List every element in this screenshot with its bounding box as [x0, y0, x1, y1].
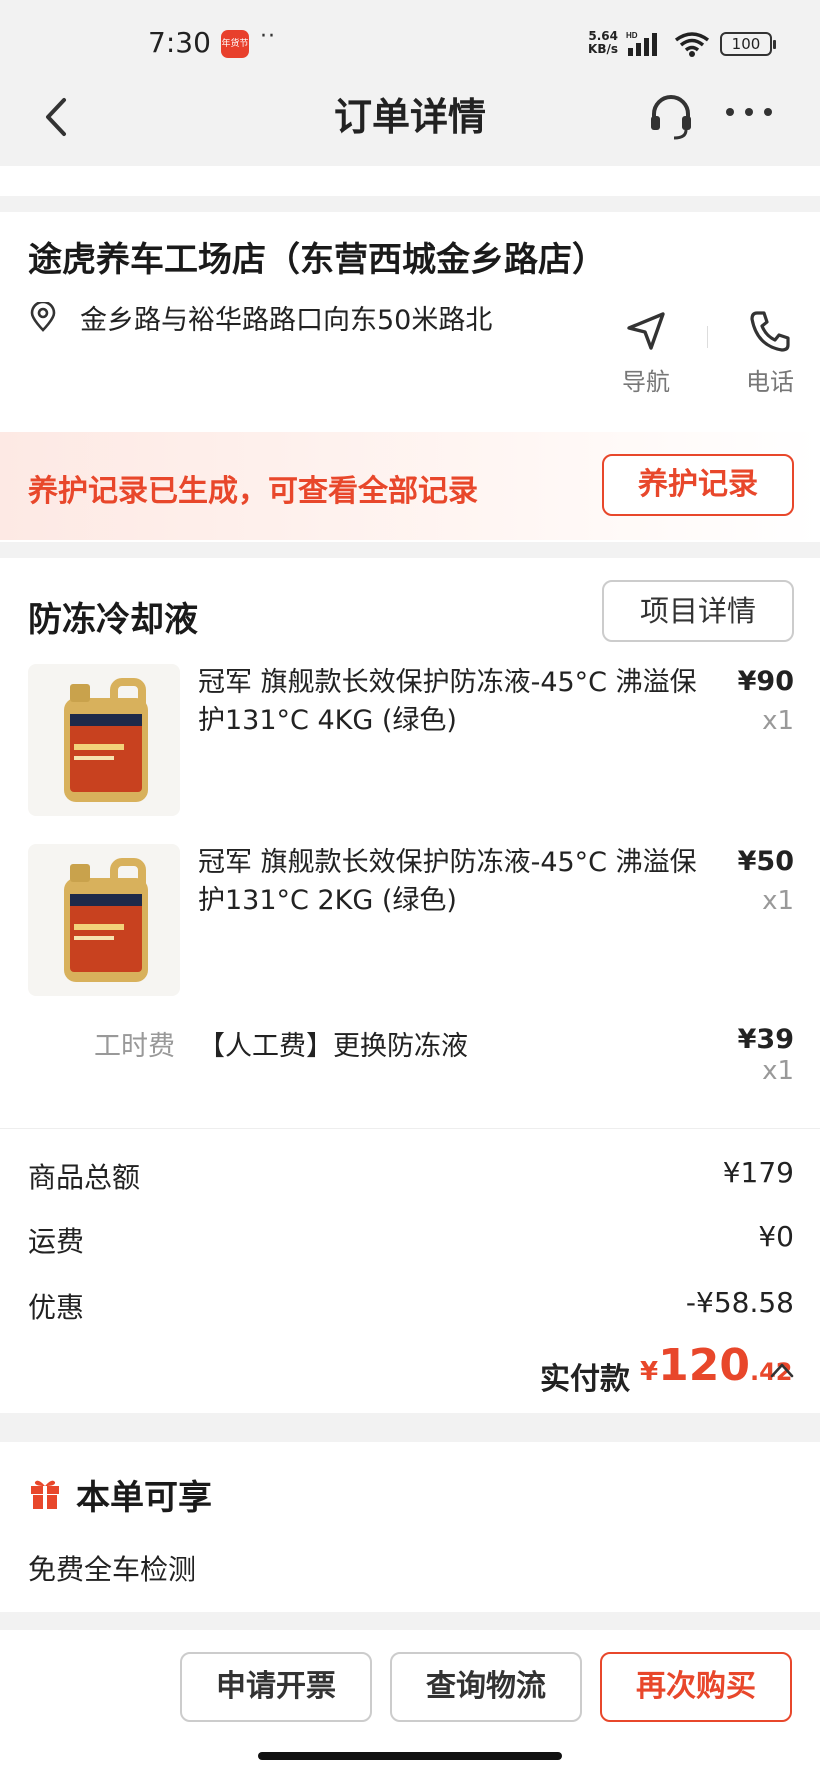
- notice-text: 养护记录已生成，可查看全部记录: [28, 474, 478, 509]
- shipping-label: 运费: [28, 1225, 85, 1258]
- action-divider: [707, 326, 708, 348]
- project-detail-button[interactable]: 项目详情: [602, 580, 794, 642]
- product-qty: x1: [762, 706, 794, 736]
- top-card-strip: [0, 166, 820, 196]
- service-section-title: 防冻冷却液: [28, 600, 198, 640]
- navigation-arrow-icon: [627, 312, 665, 350]
- product-image[interactable]: [28, 844, 180, 996]
- customer-service-icon[interactable]: [648, 92, 694, 142]
- battery-icon: 100: [720, 32, 776, 56]
- status-more-dots: ··: [260, 24, 276, 49]
- location-pin-icon: [30, 302, 56, 332]
- discount-value: -¥58.58: [685, 1286, 794, 1319]
- wifi-icon: [674, 32, 710, 57]
- product-name[interactable]: 冠军 旗舰款长效保护防冻液-45°C 沸溢保护131°C 2KG (绿色): [198, 844, 698, 920]
- product-price: ¥90: [737, 666, 794, 697]
- discount-label: 优惠: [28, 1291, 85, 1324]
- store-name: 途虎养车工场店（东营西城金乡路店）: [28, 240, 606, 280]
- summary-divider: [0, 1128, 820, 1129]
- benefit-title: 本单可享: [76, 1478, 212, 1518]
- maintenance-record-button[interactable]: 养护记录: [602, 454, 794, 516]
- phone-icon: [750, 311, 790, 352]
- goods-total-label: 商品总额: [28, 1161, 141, 1194]
- shipping-value: ¥0: [758, 1220, 794, 1253]
- more-icon[interactable]: [722, 92, 776, 132]
- page-title: 订单详情: [333, 95, 486, 139]
- svg-text:HD: HD: [626, 31, 638, 40]
- product-qty: x1: [762, 886, 794, 916]
- benefit-item: 免费全车检测: [28, 1553, 197, 1586]
- store-address: 金乡路与裕华路路口向东50米路北: [80, 305, 493, 336]
- chevron-up-icon[interactable]: [770, 1362, 794, 1378]
- status-time: 7:30: [148, 26, 211, 59]
- labor-qty: x1: [762, 1056, 794, 1086]
- labor-item-name: 【人工费】更换防冻液: [198, 1031, 468, 1062]
- home-indicator[interactable]: [258, 1752, 562, 1760]
- navigate-label: 导航: [622, 368, 670, 396]
- call-button[interactable]: 电话: [730, 308, 810, 397]
- signal-icon: HD: [626, 31, 657, 56]
- navigate-button[interactable]: 导航: [606, 308, 686, 397]
- call-label: 电话: [746, 368, 794, 396]
- net-speed: 5.64 KB/s: [588, 29, 618, 56]
- antifreeze-bottle-icon: [64, 678, 148, 802]
- request-invoice-button[interactable]: 申请开票: [180, 1652, 372, 1722]
- track-logistics-button[interactable]: 查询物流: [390, 1652, 582, 1722]
- product-name[interactable]: 冠军 旗舰款长效保护防冻液-45°C 沸溢保护131°C 4KG (绿色): [198, 664, 698, 740]
- product-price: ¥50: [737, 846, 794, 877]
- product-image[interactable]: [28, 664, 180, 816]
- app-notification-icon: 年货节: [221, 30, 249, 58]
- goods-total-value: ¥179: [722, 1156, 794, 1189]
- paid-amount-label: 实付款: [540, 1362, 630, 1397]
- buy-again-button[interactable]: 再次购买: [600, 1652, 792, 1722]
- labor-fee-tag: 工时费: [94, 1031, 175, 1062]
- gift-icon: [31, 1480, 59, 1509]
- antifreeze-bottle-icon: [64, 858, 148, 982]
- labor-price: ¥39: [737, 1024, 794, 1055]
